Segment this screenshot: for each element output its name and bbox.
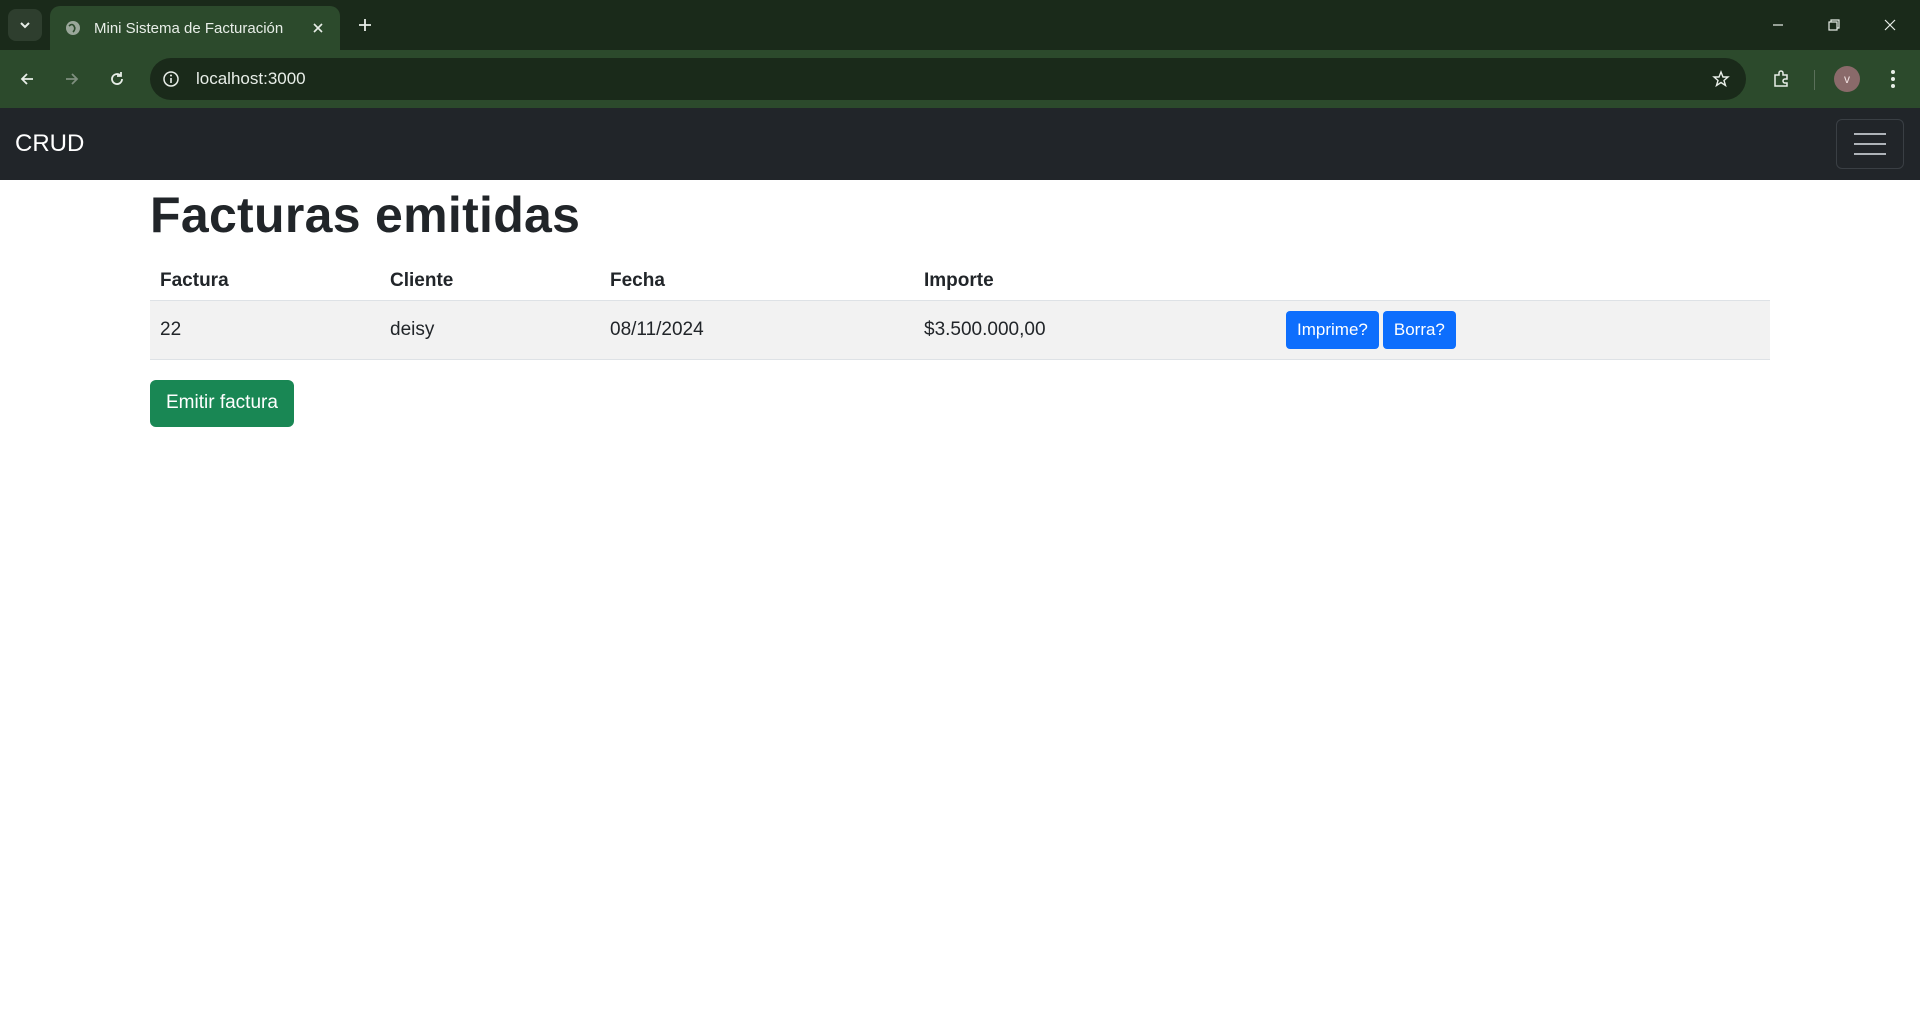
cell-importe: $3.500.000,00	[914, 300, 1276, 360]
delete-button[interactable]: Borra?	[1382, 310, 1456, 349]
cell-factura: 22	[150, 300, 380, 360]
arrow-left-icon	[20, 73, 33, 85]
info-icon[interactable]	[160, 68, 182, 90]
minimize-button[interactable]	[1764, 12, 1792, 38]
toolbar-divider	[1814, 70, 1815, 90]
back-button[interactable]	[12, 64, 42, 94]
hamburger-icon-bar	[1854, 143, 1886, 145]
url-text[interactable]: localhost:3000	[196, 69, 306, 89]
close-icon[interactable]	[308, 18, 328, 38]
restore-icon	[1828, 19, 1840, 31]
extensions-button[interactable]	[1766, 64, 1796, 94]
column-header-factura: Factura	[150, 262, 380, 301]
chevron-down-icon	[20, 22, 30, 29]
browser-tab-active[interactable]: Mini Sistema de Facturación	[50, 6, 340, 50]
hamburger-icon-bar	[1854, 133, 1886, 135]
table-header-row: Factura Cliente Fecha Importe	[150, 262, 1770, 301]
column-header-importe: Importe	[914, 262, 1276, 301]
page-title: Facturas emitidas	[150, 187, 581, 243]
main-content: Facturas emitidas Factura Cliente Fecha …	[150, 180, 1770, 427]
print-button[interactable]: Imprime?	[1286, 310, 1379, 349]
browser-toolbar: localhost:3000 v	[0, 50, 1920, 108]
column-header-cliente: Cliente	[380, 262, 600, 301]
table-row: 22 deisy 08/11/2024 $3.500.000,00 Imprim…	[150, 300, 1770, 360]
cell-actions: Imprime? Borra?	[1276, 300, 1770, 360]
new-tab-button[interactable]	[352, 12, 378, 38]
app-navbar: CRUD	[0, 108, 1920, 180]
window-close-button[interactable]	[1876, 12, 1904, 38]
column-header-actions	[1276, 262, 1770, 301]
restore-button[interactable]	[1820, 12, 1848, 38]
globe-icon	[64, 19, 82, 37]
browser-tabstrip: Mini Sistema de Facturación	[0, 0, 1920, 50]
arrow-right-icon	[66, 73, 79, 85]
forward-button[interactable]	[57, 64, 87, 94]
navbar-toggler-button[interactable]	[1836, 119, 1904, 169]
kebab-menu-icon	[1891, 70, 1895, 88]
browser-menu-button[interactable]	[1878, 64, 1908, 94]
hamburger-icon-bar	[1854, 153, 1886, 155]
profile-button[interactable]: v	[1832, 64, 1862, 94]
tab-search-button[interactable]	[8, 9, 42, 41]
reload-icon	[111, 72, 123, 85]
column-header-fecha: Fecha	[600, 262, 914, 301]
avatar: v	[1834, 66, 1860, 92]
address-bar[interactable]: localhost:3000	[150, 58, 1746, 100]
plus-icon	[359, 19, 371, 31]
close-icon	[1884, 19, 1896, 31]
invoices-table: Factura Cliente Fecha Importe 22 deisy 0…	[150, 262, 1770, 360]
cell-fecha: 08/11/2024	[600, 300, 914, 360]
minimize-icon	[1773, 24, 1783, 26]
navbar-brand[interactable]: CRUD	[15, 130, 84, 158]
emit-invoice-button[interactable]: Emitir factura	[150, 379, 294, 427]
tab-title: Mini Sistema de Facturación	[94, 19, 284, 37]
puzzle-icon	[1774, 70, 1788, 87]
reload-button[interactable]	[102, 64, 132, 94]
cell-cliente: deisy	[380, 300, 600, 360]
star-icon[interactable]	[1710, 68, 1732, 90]
